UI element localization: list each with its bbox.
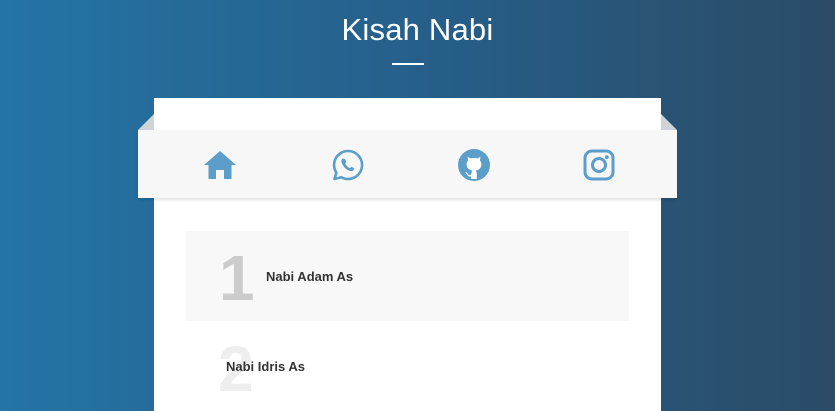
ribbon-fold-left bbox=[138, 114, 154, 130]
whatsapp-icon bbox=[332, 149, 364, 181]
nav-home-button[interactable] bbox=[202, 147, 238, 183]
list-item-number: 1 bbox=[219, 242, 255, 314]
github-icon bbox=[458, 149, 490, 181]
nav-whatsapp-button[interactable] bbox=[330, 147, 366, 183]
title-underline bbox=[392, 63, 424, 65]
ribbon-fold-right bbox=[661, 114, 677, 130]
page-title: Kisah Nabi bbox=[341, 12, 494, 47]
list-item[interactable]: 2 Nabi Idris As bbox=[186, 321, 629, 411]
nav-github-button[interactable] bbox=[456, 147, 492, 183]
instagram-icon bbox=[583, 149, 615, 181]
list-item-label: Nabi Adam As bbox=[266, 269, 354, 284]
list-item[interactable]: 1 Nabi Adam As bbox=[186, 231, 629, 321]
social-nav-bar bbox=[138, 130, 677, 198]
nav-instagram-button[interactable] bbox=[581, 147, 617, 183]
list-item-label: Nabi Idris As bbox=[226, 359, 305, 374]
home-icon bbox=[204, 151, 236, 179]
